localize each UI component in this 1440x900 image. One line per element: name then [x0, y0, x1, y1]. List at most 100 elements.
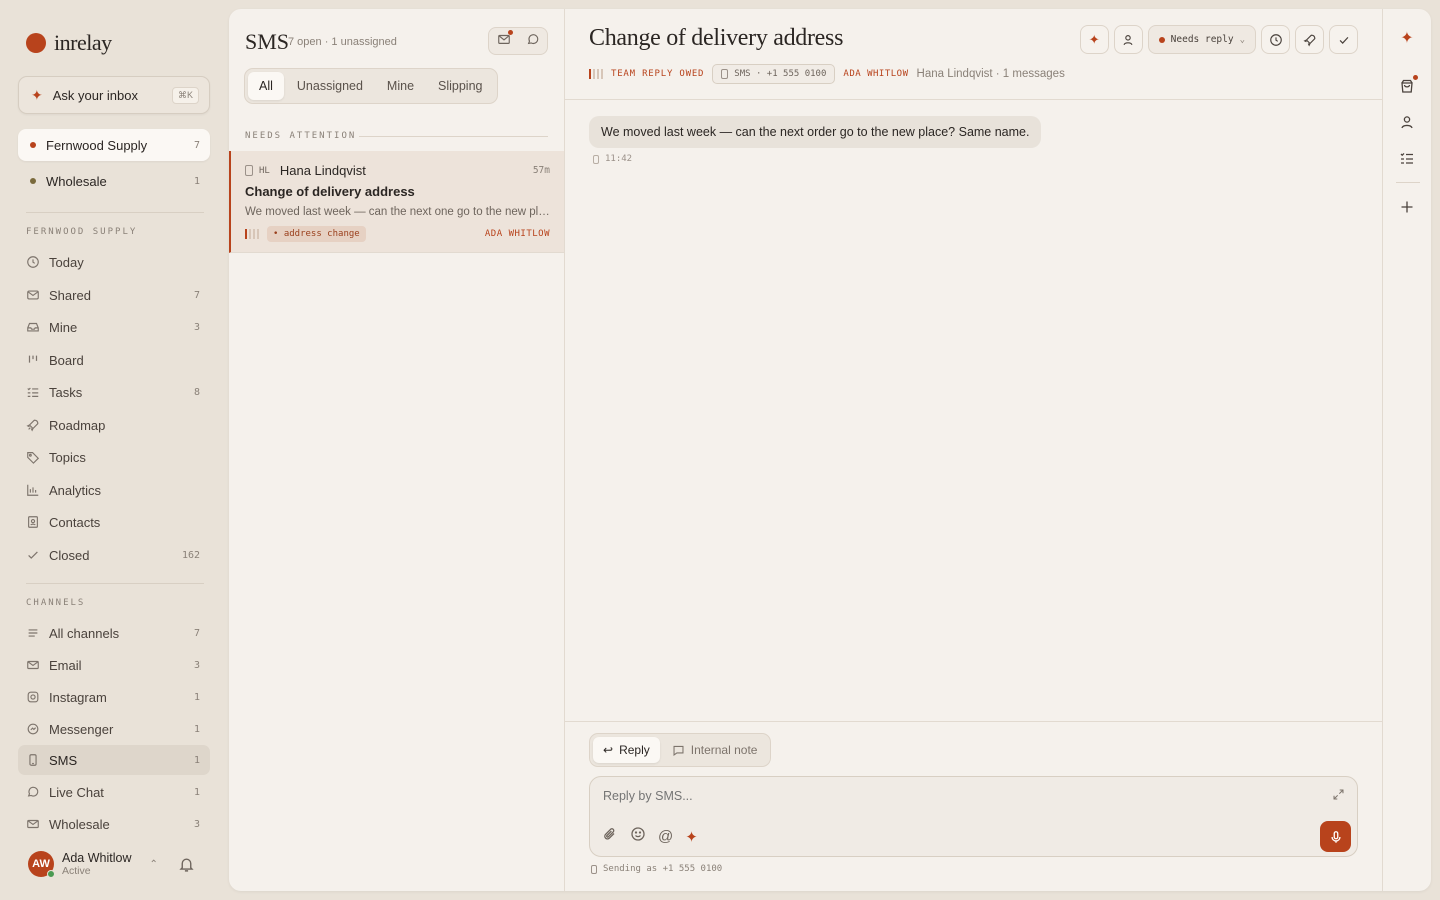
nav-item-tasks[interactable]: Tasks 8	[18, 377, 210, 407]
nav-count: 162	[181, 549, 200, 561]
reply-composer: @ ✦	[589, 776, 1358, 857]
tab-unassigned[interactable]: Unassigned	[286, 72, 374, 100]
tab-all[interactable]: All	[248, 72, 284, 100]
clock-icon	[1269, 33, 1282, 46]
channel-item-instagram[interactable]: Instagram 1	[18, 682, 210, 712]
urgency-bars-icon	[589, 69, 603, 79]
microphone-icon	[1330, 830, 1341, 843]
channel-item-email[interactable]: Email 3	[18, 650, 210, 680]
channel-chip[interactable]: SMS · +1 555 0100	[712, 64, 836, 84]
channel-item-live-chat[interactable]: Live Chat 1	[18, 777, 210, 807]
nav-count: 7	[193, 289, 200, 301]
nav-item-shared[interactable]: Shared 7	[18, 280, 210, 310]
channel-item-all[interactable]: All channels 7	[18, 618, 210, 648]
nav-item-contacts[interactable]: Contacts	[18, 507, 210, 537]
note-icon	[673, 745, 684, 756]
channel-item-messenger[interactable]: Messenger 1	[18, 714, 210, 744]
workspace-item-wholesale[interactable]: Wholesale 1	[18, 165, 210, 197]
voice-record-button[interactable]	[1320, 821, 1351, 852]
right-rail: ✦	[1382, 9, 1431, 891]
workspace-dot-icon	[30, 178, 36, 184]
sparkle-icon: ✦	[31, 86, 43, 103]
nav-item-board[interactable]: Board	[18, 345, 210, 375]
nav-item-closed[interactable]: Closed 162	[18, 540, 210, 570]
channel-item-sms[interactable]: SMS 1	[18, 745, 210, 775]
nav-item-topics[interactable]: Topics	[18, 442, 210, 472]
new-chat-icon[interactable]	[526, 32, 540, 51]
roadmap-button[interactable]	[1295, 25, 1324, 54]
nav-label: Closed	[49, 547, 90, 563]
user-icon	[1123, 34, 1133, 45]
expand-icon[interactable]	[1332, 788, 1345, 806]
tasks-icon	[26, 385, 40, 399]
notification-dot-icon	[1413, 75, 1418, 80]
section-label-workspace: FERNWOOD SUPPLY	[26, 227, 138, 237]
contact-initials: HL	[259, 165, 270, 176]
status-dropdown[interactable]: Needs reply ⌄	[1147, 25, 1256, 54]
section-label-channels: CHANNELS	[26, 598, 86, 608]
topic-tag[interactable]: • address change	[267, 226, 366, 242]
divider	[26, 212, 204, 213]
nav-item-today[interactable]: Today	[18, 247, 210, 277]
chevron-up-icon: ⌃	[149, 858, 158, 870]
nav-label: Today	[49, 254, 84, 270]
ai-sparkle-icon[interactable]: ✦	[1395, 26, 1419, 50]
mention-icon[interactable]: @	[658, 828, 673, 845]
tag-icon	[26, 450, 40, 464]
divider	[565, 99, 1382, 100]
tab-reply[interactable]: ↩ Reply	[593, 737, 660, 763]
contact-name: Hana Lindqvist	[279, 163, 366, 178]
mail-icon	[26, 817, 40, 831]
list-filter-tabs: All Unassigned Mine Slipping	[244, 68, 498, 104]
close-conversation-button[interactable]	[1329, 25, 1358, 54]
sending-as-label: Sending as +1 555 0100	[603, 864, 723, 874]
tasks-icon[interactable]	[1395, 146, 1419, 170]
brand[interactable]: inrelay	[26, 30, 112, 56]
bell-icon[interactable]	[178, 856, 195, 878]
contact-profile-icon[interactable]	[1395, 110, 1419, 134]
sparkle-icon[interactable]: ✦	[685, 828, 698, 846]
brand-name: inrelay	[54, 30, 112, 55]
channel-item-wholesale[interactable]: Wholesale 3	[18, 809, 210, 839]
rocket-icon	[26, 418, 40, 432]
sidebar: inrelay ✦ Ask your inbox ⌘K Fernwood Sup…	[0, 0, 228, 900]
phone-icon	[593, 154, 599, 164]
ai-assist-button[interactable]: ✦	[1079, 25, 1109, 54]
compose-mail-icon[interactable]	[497, 29, 513, 51]
snooze-button[interactable]	[1261, 25, 1290, 54]
clock-icon	[26, 255, 40, 269]
tab-slipping[interactable]: Slipping	[427, 72, 493, 100]
contact-icon	[26, 515, 40, 529]
nav-item-mine[interactable]: Mine 3	[18, 312, 210, 342]
tab-internal-note[interactable]: Internal note	[662, 737, 768, 763]
list-icon	[26, 626, 40, 640]
nav-item-analytics[interactable]: Analytics	[18, 475, 210, 505]
add-panel-icon[interactable]	[1395, 195, 1419, 219]
nav-item-roadmap[interactable]: Roadmap	[18, 410, 210, 440]
conversation-item[interactable]: HL Hana Lindqvist 57m Change of delivery…	[229, 151, 564, 253]
phone-icon	[591, 864, 597, 874]
orders-bag-icon[interactable]	[1395, 74, 1419, 98]
ask-inbox-button[interactable]: ✦ Ask your inbox ⌘K	[18, 76, 210, 114]
urgency-bars-icon	[245, 229, 259, 239]
workspace-item-fernwood[interactable]: Fernwood Supply 7	[18, 129, 210, 161]
divider	[1396, 182, 1420, 183]
reply-input[interactable]	[603, 789, 1283, 803]
messenger-icon	[26, 722, 40, 736]
conversation-assignee: ADA WHITLOW	[484, 229, 550, 239]
assign-button[interactable]	[1113, 25, 1143, 54]
sending-as: Sending as +1 555 0100	[591, 864, 722, 874]
workspace-count: 7	[193, 139, 200, 151]
list-title: SMS	[245, 29, 290, 54]
channel-label: All channels	[49, 625, 120, 641]
conversation-list-panel: SMS 7 open · 1 unassigned All Unassigned…	[229, 9, 565, 891]
tab-mine[interactable]: Mine	[376, 72, 425, 100]
assignee-label[interactable]: ADA WHITLOW	[843, 69, 908, 79]
phone-icon	[721, 69, 729, 79]
message-time: 11:42	[605, 154, 633, 164]
user-status: Active	[62, 865, 91, 877]
emoji-icon[interactable]	[630, 826, 646, 847]
chevron-down-icon: ⌄	[1239, 34, 1245, 45]
channel-label: Wholesale	[49, 816, 110, 832]
attachment-icon[interactable]	[602, 826, 618, 847]
